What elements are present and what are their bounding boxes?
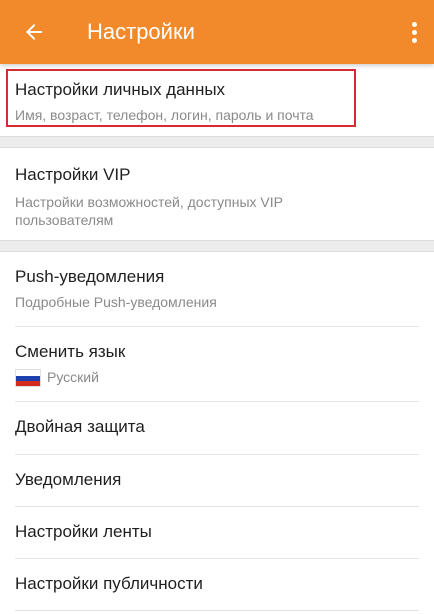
settings-item-notifications[interactable]: Уведомления (0, 455, 434, 506)
section-general: Push-уведомления Подробные Push-уведомле… (0, 252, 434, 611)
settings-item-label: Настройки ленты (15, 522, 152, 541)
russian-flag-icon (15, 369, 41, 388)
page-title: Настройки (87, 19, 195, 44)
more-options-button[interactable] (406, 16, 422, 48)
section-separator (0, 136, 434, 148)
section-vip: Настройки VIP Настройки возможностей, до… (0, 148, 434, 240)
settings-item-label: Двойная защита (15, 417, 145, 436)
settings-item-publicity[interactable]: Настройки публичности (0, 559, 434, 610)
settings-list: Настройки личных данных Имя, возраст, те… (0, 64, 434, 611)
settings-item-subtitle: Подробные Push-уведомления (15, 294, 217, 310)
section-personal: Настройки личных данных Имя, возраст, те… (0, 64, 434, 136)
settings-item-language[interactable]: Сменить язык Русский (0, 327, 434, 401)
settings-item-personal-data[interactable]: Настройки личных данных Имя, возраст, те… (0, 64, 434, 136)
section-separator (0, 240, 434, 252)
back-button[interactable] (18, 16, 50, 48)
settings-item-subtitle: Имя, возраст, телефон, логин, пароль и п… (15, 107, 314, 123)
settings-item-label: Push-уведомления (15, 267, 165, 286)
settings-item-label: Уведомления (15, 470, 122, 489)
app-bar: Настройки (0, 0, 434, 64)
language-value: Русский (47, 369, 99, 385)
settings-item-push[interactable]: Push-уведомления Подробные Push-уведомле… (0, 252, 434, 326)
settings-item-feed[interactable]: Настройки ленты (0, 507, 434, 558)
arrow-left-icon (26, 24, 42, 40)
settings-item-vip[interactable]: Настройки VIP Настройки возможностей, до… (0, 148, 434, 240)
settings-item-subtitle: Русский (15, 368, 419, 388)
settings-item-label: Настройки личных данных (15, 80, 226, 99)
settings-item-label: Настройки VIP (15, 165, 131, 184)
settings-item-label: Сменить язык (15, 342, 126, 361)
settings-item-label: Настройки публичности (15, 574, 203, 593)
settings-item-double-protection[interactable]: Двойная защита (0, 402, 434, 454)
settings-item-subtitle: Настройки возможностей, доступных VIP по… (15, 194, 283, 228)
divider (15, 610, 419, 611)
more-vert-icon (411, 21, 417, 27)
